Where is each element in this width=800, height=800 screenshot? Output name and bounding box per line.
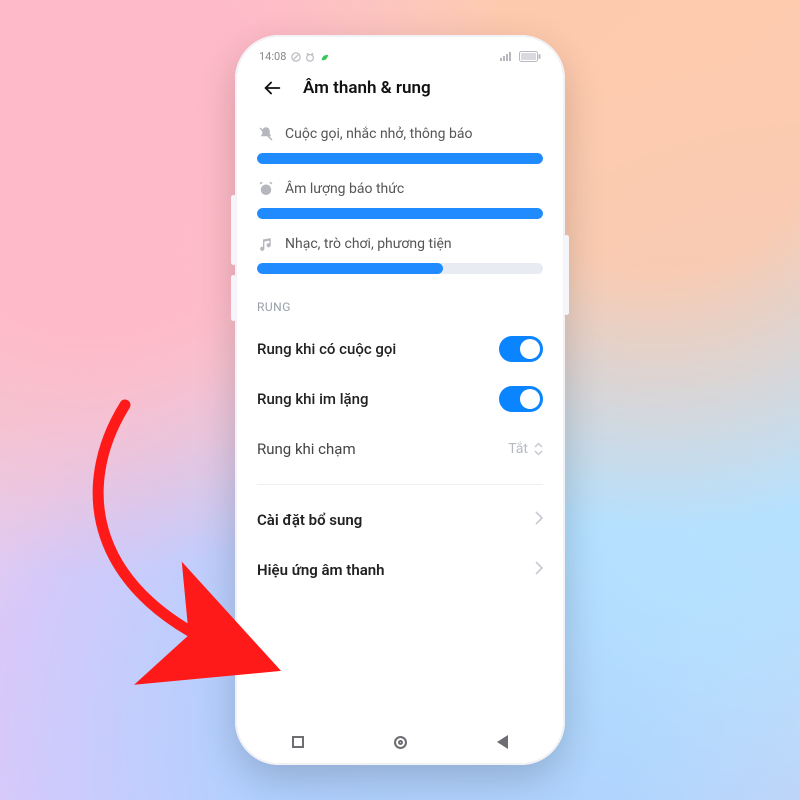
vibrate-on-touch-row[interactable]: Rung khi chạm Tắt xyxy=(257,424,543,474)
nav-back-button[interactable] xyxy=(497,735,508,749)
power-button[interactable] xyxy=(564,235,569,315)
volume-media-slider[interactable] xyxy=(257,263,543,274)
sound-effects-row[interactable]: Hiệu ứng âm thanh xyxy=(257,545,543,595)
alarm-status-icon xyxy=(305,52,314,61)
page-title: Âm thanh & rung xyxy=(289,78,545,98)
status-bar: 14:08 xyxy=(247,47,553,65)
row-label: Rung khi im lặng xyxy=(257,390,368,408)
chevron-right-icon xyxy=(535,511,543,529)
divider xyxy=(257,484,543,485)
alarm-icon xyxy=(257,180,275,198)
row-label: Rung khi chạm xyxy=(257,440,356,458)
vibrate-on-silent-row[interactable]: Rung khi im lặng xyxy=(257,374,543,424)
music-icon xyxy=(257,235,275,253)
bell-off-icon xyxy=(257,125,275,143)
volume-alarm-slider[interactable] xyxy=(257,208,543,219)
select-value: Tắt xyxy=(508,441,528,457)
slider-label: Âm lượng báo thức xyxy=(285,181,404,197)
slider-fill xyxy=(257,208,543,219)
volume-notifications: Cuộc gọi, nhắc nhở, thông báo xyxy=(257,125,543,164)
volume-media: Nhạc, trò chơi, phương tiện xyxy=(257,235,543,274)
chevron-right-icon xyxy=(535,561,543,579)
battery-icon xyxy=(519,51,541,62)
slider-fill xyxy=(257,263,443,274)
header: Âm thanh & rung xyxy=(247,65,553,111)
vibrate-on-silent-toggle[interactable] xyxy=(499,386,543,412)
row-label: Hiệu ứng âm thanh xyxy=(257,561,385,579)
vibrate-on-call-row[interactable]: Rung khi có cuộc gọi xyxy=(257,324,543,374)
volume-button-2[interactable] xyxy=(231,275,236,321)
updown-icon xyxy=(534,442,543,456)
dnd-icon xyxy=(291,52,300,61)
slider-label: Nhạc, trò chơi, phương tiện xyxy=(285,236,452,252)
vibrate-on-touch-value[interactable]: Tắt xyxy=(508,441,543,457)
vibrate-on-call-toggle[interactable] xyxy=(499,336,543,362)
volume-notifications-slider[interactable] xyxy=(257,153,543,164)
android-nav-bar xyxy=(247,727,553,757)
volume-alarm: Âm lượng báo thức xyxy=(257,180,543,219)
recent-apps-button[interactable] xyxy=(292,736,304,748)
volume-button[interactable] xyxy=(231,195,236,265)
back-button[interactable] xyxy=(255,71,289,105)
additional-settings-row[interactable]: Cài đặt bổ sung xyxy=(257,495,543,545)
leaf-icon xyxy=(319,52,328,61)
row-label: Cài đặt bổ sung xyxy=(257,511,362,529)
slider-fill xyxy=(257,153,543,164)
phone-frame: 14:08 Âm thanh & rung xyxy=(235,35,565,765)
section-title-vibrate: RUNG xyxy=(257,300,543,314)
settings-content: Cuộc gọi, nhắc nhở, thông báo Âm lượng b… xyxy=(247,111,553,727)
row-label: Rung khi có cuộc gọi xyxy=(257,340,396,358)
signal-icon xyxy=(500,51,514,61)
status-time: 14:08 xyxy=(259,50,286,63)
slider-label: Cuộc gọi, nhắc nhở, thông báo xyxy=(285,126,472,142)
home-button[interactable] xyxy=(394,736,407,749)
